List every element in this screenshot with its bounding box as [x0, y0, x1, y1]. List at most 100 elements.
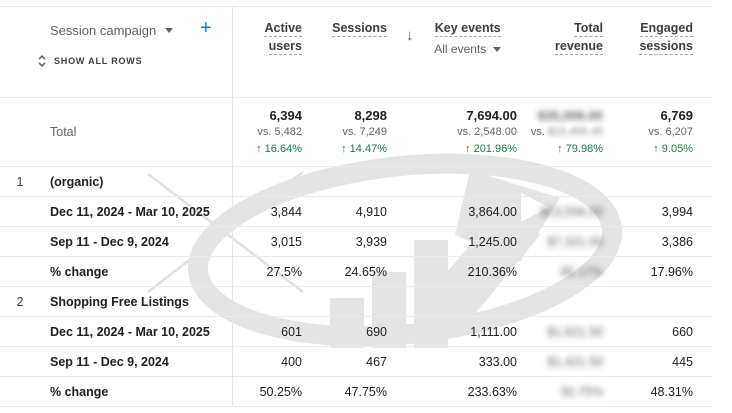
vs-prefix: vs.: [531, 126, 548, 138]
all-events-filter[interactable]: All events: [434, 42, 501, 56]
row-label: Sep 11 - Dec 9, 2024: [40, 347, 232, 376]
metric-value-cell: 3,939: [307, 227, 392, 256]
column-header-label: Engaged: [640, 22, 693, 37]
row-label: Dec 11, 2024 - Mar 10, 2025: [40, 197, 232, 226]
metric-value-cell: 48.31%: [608, 377, 698, 406]
column-header-label: sessions: [639, 40, 693, 55]
metric-value: 47.75%: [345, 385, 387, 399]
empty-cell: [522, 287, 608, 316]
row-index-spacer: [0, 317, 40, 346]
empty-cell: [307, 167, 392, 196]
metric-value-redacted: $1,421.50: [547, 355, 603, 369]
total-row: Total 6,394vs. 5,482↑ 16.64%8,298vs. 7,2…: [0, 98, 712, 167]
metric-value-cell: 1,245.00: [392, 227, 522, 256]
metric-value: 400: [281, 355, 302, 369]
metric-value: 333.00: [479, 355, 517, 369]
metric-value-cell: 3,386: [608, 227, 698, 256]
metric-value: 210.36%: [468, 265, 517, 279]
comparison-row: Dec 11, 2024 - Mar 10, 2025 3,844 4,910 3,8…: [0, 197, 712, 227]
row-index-spacer: [0, 257, 40, 286]
dimension-selector[interactable]: Session campaign: [50, 23, 173, 38]
metric-value-redacted: 85.17%: [561, 265, 603, 279]
total-row-label: Total: [40, 125, 232, 139]
metric-value: 3,386: [662, 235, 693, 249]
metric-value: 233.63%: [468, 385, 517, 399]
empty-cell: [608, 287, 698, 316]
metric-value-cell: 47.75%: [307, 377, 392, 406]
metric-value-cell: 4,910: [307, 197, 392, 226]
metric-value-redacted: 50.75%: [561, 385, 603, 399]
metric-value-cell: 3,864.00: [392, 197, 522, 226]
metric-value-cell: 690: [307, 317, 392, 346]
metric-value-redacted: $1,621.50: [547, 325, 603, 339]
metric-value-cell: 27.5%: [232, 257, 307, 286]
metric-value-cell: $7,321.00: [522, 227, 608, 256]
metric-value-cell: 333.00: [392, 347, 522, 376]
table-body: 1(organic)Dec 11, 2024 - Mar 10, 20253,8…: [0, 167, 712, 407]
sort-down-icon: ↓: [406, 27, 414, 44]
total-metric-value: 6,394: [269, 109, 302, 123]
total-row-filler: [698, 98, 712, 166]
vs-value-redacted: $15,455.45: [548, 126, 603, 138]
header-controls: Session campaign + SHOW ALL ROWS: [0, 7, 232, 97]
metric-value: 3,864.00: [468, 205, 517, 219]
column-header-key_events[interactable]: ↓ Key events All events: [392, 7, 522, 97]
total-metric-vs: vs. 2,548.00: [457, 126, 517, 139]
row-label: Dec 11, 2024 - Mar 10, 2025: [40, 317, 232, 346]
table-header: Session campaign + SHOW ALL ROWS Activeu…: [0, 7, 712, 98]
metric-value-cell: 17.96%: [608, 257, 698, 286]
group-header-row: 2Shopping Free Listings: [0, 287, 712, 317]
column-header-block-key_events: Key events All events: [414, 22, 523, 56]
column-header-label: Key events: [435, 22, 501, 37]
metric-value-cell: 24.65%: [307, 257, 392, 286]
row-filler: [698, 227, 712, 256]
total-metric-vs: vs. 6,207: [648, 126, 693, 139]
metric-value: 601: [281, 325, 302, 339]
metric-value-cell: 3,844: [232, 197, 307, 226]
metric-value: 3,939: [356, 235, 387, 249]
column-header-label: revenue: [555, 40, 603, 55]
total-metric-value: 7,694.00: [466, 109, 517, 123]
metric-value: 48.31%: [651, 385, 693, 399]
metric-value: 1,111.00: [470, 325, 517, 339]
group-name: (organic): [40, 167, 232, 196]
row-index-spacer: [0, 197, 40, 226]
metric-value-cell: 400: [232, 347, 307, 376]
metric-value: 445: [672, 355, 693, 369]
column-header-label: users: [269, 40, 302, 55]
total-metric-change: ↑ 79.98%: [557, 143, 603, 156]
metric-value: 3,994: [662, 205, 693, 219]
metric-value-cell: 467: [307, 347, 392, 376]
row-label: % change: [40, 377, 232, 406]
all-events-filter-label: All events: [434, 42, 486, 56]
comparison-row: % change27.5%24.65%210.36%85.17%17.96%: [0, 257, 712, 287]
column-header-total_revenue[interactable]: Totalrevenue: [522, 7, 608, 97]
metric-value-cell: 3,015: [232, 227, 307, 256]
show-all-rows-button[interactable]: SHOW ALL ROWS: [36, 54, 232, 68]
empty-cell: [232, 287, 307, 316]
empty-cell: [522, 167, 608, 196]
row-filler: [698, 347, 712, 376]
row-filler: [698, 197, 712, 226]
total-metric-vs: vs. 7,249: [342, 126, 387, 139]
empty-cell: [307, 287, 392, 316]
metric-value-cell: 660: [608, 317, 698, 346]
row-filler: [698, 287, 712, 316]
column-header-active_users[interactable]: Activeusers: [232, 7, 307, 97]
row-number: 2: [0, 287, 40, 316]
total-metric-cell: 8,298vs. 7,249↑ 14.47%: [307, 98, 392, 166]
metric-value: 3,844: [271, 205, 302, 219]
total-metric-value-redacted: $35,006.00: [538, 109, 603, 123]
dimension-selector-label: Session campaign: [50, 23, 156, 38]
ga-comparison-table-screenshot: Session campaign + SHOW ALL ROWS Activeu…: [0, 0, 732, 413]
metric-value: 50.25%: [260, 385, 302, 399]
metric-value-cell: 210.36%: [392, 257, 522, 286]
row-index-spacer: [0, 227, 40, 256]
add-dimension-button[interactable]: +: [200, 18, 212, 38]
column-header-engaged_sessions[interactable]: Engaged sessions: [608, 7, 698, 97]
column-header-sessions[interactable]: Sessions: [307, 7, 392, 97]
column-divider: [232, 7, 233, 406]
metric-value-redacted: $7,321.00: [547, 235, 603, 249]
row-label: Sep 11 - Dec 9, 2024: [40, 227, 232, 256]
total-row-index-spacer: [0, 98, 40, 166]
